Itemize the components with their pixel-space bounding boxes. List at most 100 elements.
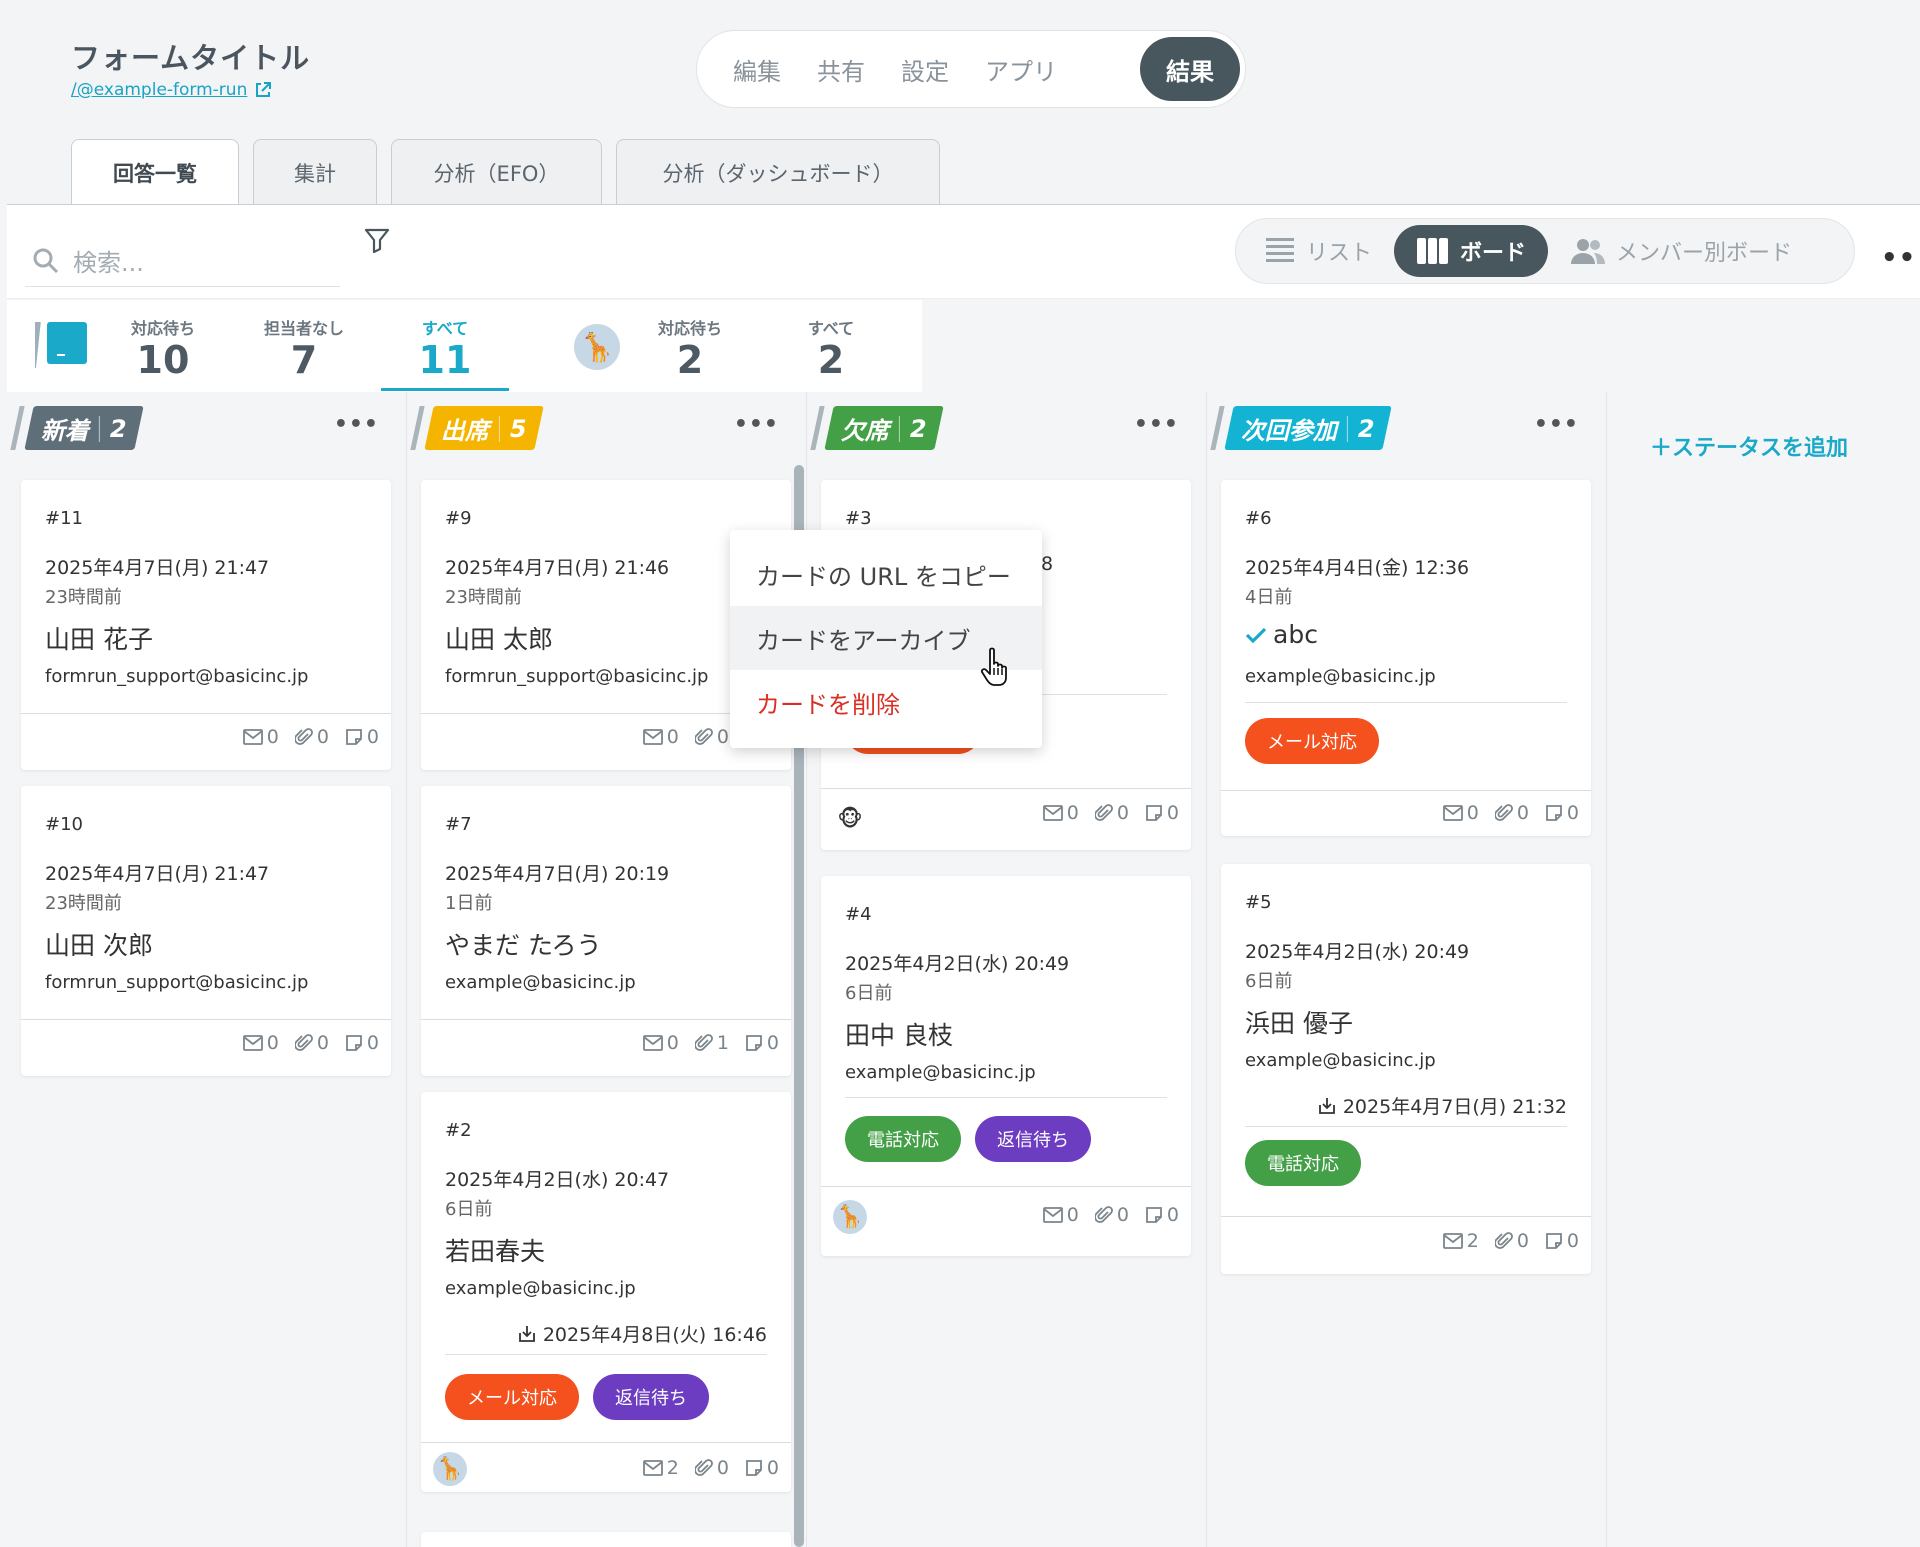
card[interactable]: #6 2025年4月4日(金) 12:36 4日前 abc example@ba… bbox=[1221, 480, 1591, 836]
paperclip-icon bbox=[694, 728, 713, 745]
card-counts: 0 0 0 bbox=[1442, 802, 1579, 824]
card-email: formrun_support@basicinc.jp bbox=[45, 666, 309, 687]
due-date-icon bbox=[1318, 1097, 1335, 1114]
lane-header[interactable]: 出席 5 bbox=[410, 406, 544, 450]
lane-menu-icon[interactable]: ••• bbox=[1534, 412, 1579, 437]
stat-member-all[interactable]: すべて 2 bbox=[771, 315, 891, 381]
card-name: 浜田 優子 bbox=[1245, 1009, 1353, 1038]
note-count: 0 bbox=[745, 1457, 779, 1479]
mail-icon bbox=[642, 729, 663, 745]
lane-header[interactable]: 欠席 2 bbox=[810, 406, 944, 450]
stat-team-unassigned[interactable]: 担当者なし 7 bbox=[244, 315, 364, 381]
tag[interactable]: 電話対応 bbox=[1245, 1140, 1361, 1186]
sub-tabs: 回答一覧 集計 分析（EFO） 分析（ダッシュボード） bbox=[71, 139, 940, 206]
member-avatar[interactable]: 🦒 bbox=[574, 324, 620, 370]
card-relative-time: 23時間前 bbox=[45, 587, 122, 608]
card[interactable]: #4 2025年4月2日(水) 20:49 6日前 田中 良枝 example@… bbox=[821, 876, 1191, 1256]
card[interactable]: #5 2025年4月2日(水) 20:49 6日前 浜田 優子 example@… bbox=[1221, 864, 1591, 1274]
card-date: 8 bbox=[1041, 553, 1054, 575]
note-icon bbox=[746, 1035, 762, 1051]
tab-dashboard[interactable]: 分析（ダッシュボード） bbox=[616, 139, 940, 205]
attachment-count: 0 bbox=[294, 726, 329, 748]
lane-header[interactable]: 次回参加 2 bbox=[1210, 406, 1392, 450]
card[interactable]: #11 2025年4月7日(月) 21:47 23時間前 山田 花子 formr… bbox=[21, 480, 391, 770]
nav-settings[interactable]: 設定 bbox=[883, 37, 967, 101]
card[interactable] bbox=[421, 1532, 791, 1547]
nav-share[interactable]: 共有 bbox=[799, 37, 883, 101]
stat-value: 2 bbox=[817, 338, 845, 382]
card-counts: 0 0 0 bbox=[1042, 1204, 1179, 1226]
search-input[interactable]: 検索... bbox=[25, 235, 340, 287]
assignee-avatar[interactable]: 🦒 bbox=[833, 1200, 867, 1234]
view-list[interactable]: リスト bbox=[1242, 225, 1394, 277]
members-icon bbox=[1571, 239, 1606, 264]
attachment-count: 0 bbox=[294, 1032, 329, 1054]
assignee-avatar[interactable]: 🐵 bbox=[833, 802, 867, 836]
view-member-board[interactable]: メンバー別ボード bbox=[1548, 225, 1814, 277]
stat-label: 対応待ち bbox=[130, 319, 195, 338]
attachment-count: 1 bbox=[694, 1032, 729, 1054]
note-count: 0 bbox=[1145, 802, 1179, 824]
view-switcher: リスト ボード メンバー別ボード bbox=[1235, 218, 1855, 284]
filter-icon[interactable] bbox=[362, 225, 392, 255]
form-link-text[interactable]: /@example-form-run bbox=[71, 80, 247, 100]
card-email: example@basicinc.jp bbox=[845, 1062, 1036, 1083]
menu-copy-url[interactable]: カードの URL をコピー bbox=[730, 542, 1042, 606]
card-date: 2025年4月7日(月) 20:19 bbox=[445, 863, 670, 885]
card-counts: 0 0 0 bbox=[242, 726, 379, 748]
card[interactable]: #7 2025年4月7日(月) 20:19 1日前 やまだ たろう exampl… bbox=[421, 786, 791, 1076]
lane-menu-icon[interactable]: ••• bbox=[334, 412, 379, 437]
mail-icon bbox=[642, 1460, 663, 1476]
paperclip-icon bbox=[1094, 1206, 1113, 1223]
tag[interactable]: メール対応 bbox=[1245, 718, 1379, 764]
lane-header[interactable]: 新着 2 bbox=[10, 406, 144, 450]
attachment-count: 0 bbox=[1494, 802, 1529, 824]
card-relative-time: 23時間前 bbox=[445, 587, 522, 608]
tag[interactable]: メール対応 bbox=[445, 1374, 579, 1420]
mail-icon bbox=[1042, 805, 1063, 821]
view-member-board-label: メンバー別ボード bbox=[1616, 241, 1793, 266]
lane-menu-icon[interactable]: ••• bbox=[734, 412, 779, 437]
tag[interactable]: 返信待ち bbox=[975, 1116, 1091, 1162]
note-icon bbox=[346, 729, 362, 745]
tab-summary[interactable]: 集計 bbox=[253, 139, 377, 205]
top-nav: 編集 共有 設定 アプリ 結果 bbox=[696, 30, 1246, 108]
lane-title: 次回参加 bbox=[1241, 416, 1337, 445]
card-name: やまだ たろう bbox=[445, 931, 602, 960]
paperclip-icon bbox=[1494, 804, 1513, 821]
card-email: example@basicinc.jp bbox=[1245, 666, 1436, 687]
lane-menu-icon[interactable]: ••• bbox=[1134, 412, 1179, 437]
card-divider bbox=[845, 1097, 1167, 1098]
assignee-avatar[interactable]: 🦒 bbox=[433, 1452, 467, 1486]
tab-responses[interactable]: 回答一覧 bbox=[71, 139, 239, 206]
tag[interactable]: 電話対応 bbox=[845, 1116, 961, 1162]
card[interactable]: #10 2025年4月7日(月) 21:47 23時間前 山田 次郎 formr… bbox=[21, 786, 391, 1076]
card-relative-time: 6日前 bbox=[845, 983, 893, 1004]
card-email: formrun_support@basicinc.jp bbox=[45, 972, 309, 993]
note-count: 0 bbox=[745, 1032, 779, 1054]
form-link[interactable]: /@example-form-run bbox=[71, 80, 273, 100]
paperclip-icon bbox=[294, 1034, 313, 1051]
tag[interactable]: 返信待ち bbox=[593, 1374, 709, 1420]
mail-count: 0 bbox=[1442, 802, 1479, 824]
card-number: #2 bbox=[445, 1120, 472, 1141]
tab-efo[interactable]: 分析（EFO） bbox=[391, 139, 602, 205]
external-link-icon[interactable] bbox=[253, 80, 273, 100]
card-counts: 2 0 0 bbox=[1442, 1230, 1579, 1252]
stat-team-all[interactable]: すべて 11 bbox=[385, 315, 505, 381]
nav-apps[interactable]: アプリ bbox=[967, 37, 1075, 101]
card-email: example@basicinc.jp bbox=[445, 1278, 636, 1299]
card[interactable]: #2 2025年4月2日(水) 20:47 6日前 若田春夫 example@b… bbox=[421, 1092, 791, 1492]
view-board[interactable]: ボード bbox=[1394, 225, 1549, 277]
stat-team-pending[interactable]: 対応待ち 10 bbox=[103, 315, 223, 381]
stat-member-pending[interactable]: 対応待ち 2 bbox=[630, 315, 750, 381]
card-relative-time: 6日前 bbox=[1245, 971, 1293, 992]
attachment-count: 0 bbox=[694, 726, 729, 748]
card-number: #6 bbox=[1245, 508, 1272, 529]
nav-edit[interactable]: 編集 bbox=[715, 37, 799, 101]
nav-results[interactable]: 結果 bbox=[1140, 37, 1240, 101]
more-options-icon[interactable]: ••• bbox=[1881, 243, 1920, 273]
add-status-button[interactable]: ＋ステータスを追加 bbox=[1650, 430, 1848, 462]
selected-stat-indicator bbox=[381, 388, 509, 391]
card-date: 2025年4月4日(金) 12:36 bbox=[1245, 557, 1470, 579]
